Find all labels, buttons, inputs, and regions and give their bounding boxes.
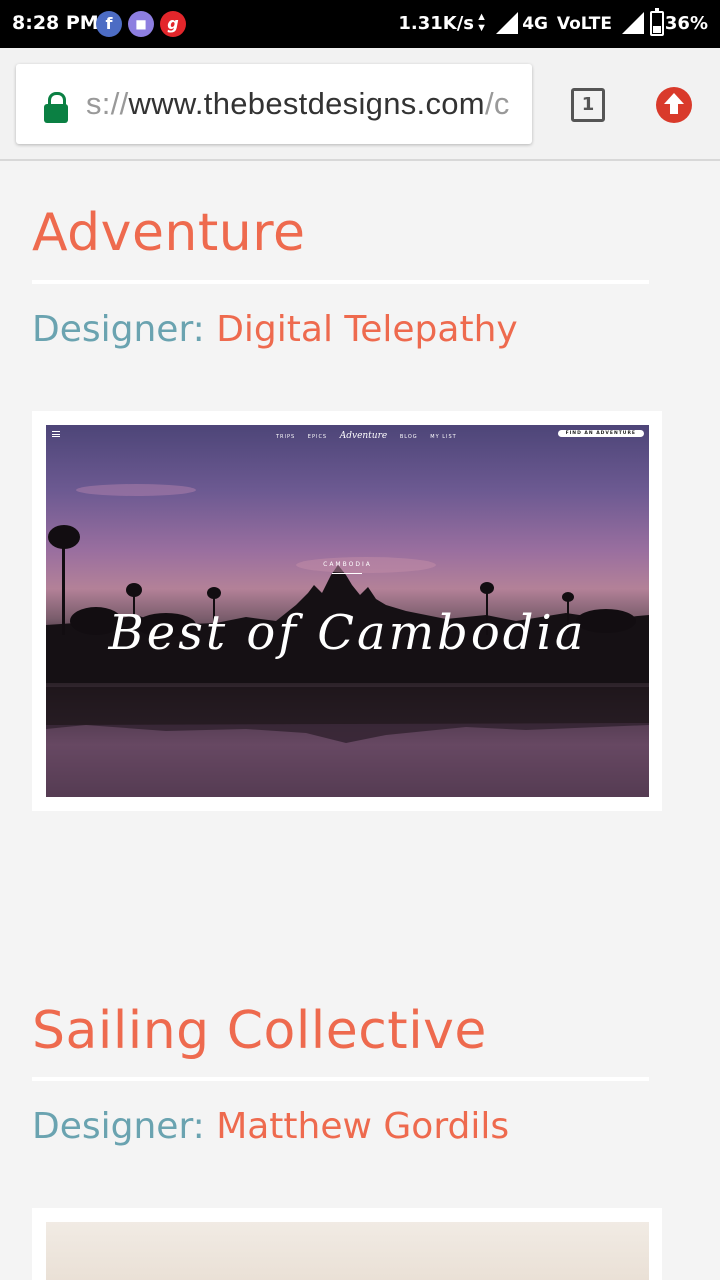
preview-nav-epics: EPICS [307, 434, 328, 440]
data-arrows-icon: ▲ ▼ [476, 11, 487, 34]
designer-credit: Designer: Digital Telepathy [32, 309, 518, 350]
signal-icon [496, 12, 518, 34]
battery-icon [650, 8, 664, 36]
url-text[interactable]: s://www.thebestdesigns.com/c [86, 86, 516, 122]
signal-icon [622, 12, 644, 34]
messenger-icon: ■ [128, 11, 154, 37]
url-host: www.thebestdesigns.com [128, 86, 485, 121]
card-title[interactable]: Adventure [32, 203, 305, 263]
status-bar: 8:28 PM f ■ g 1.31K/s ▲ ▼ 4G VoLTE 36% [0, 0, 720, 48]
battery-percent: 36% [664, 13, 708, 34]
preview-cta-button: FIND AN ADVENTURE [557, 430, 644, 437]
volte-label: VoLTE [556, 14, 612, 34]
design-screenshot-card[interactable]: TRIPS EPICS Adventure BLOG MY LIST FIND … [32, 411, 662, 811]
preview-headline: Best of Cambodia [108, 605, 587, 661]
facebook-icon: f [96, 11, 122, 37]
designer-link[interactable]: Matthew Gordils [216, 1106, 509, 1147]
url-scheme: s:// [86, 86, 129, 121]
design-preview-image[interactable]: TRIPS EPICS Adventure BLOG MY LIST FIND … [46, 425, 649, 797]
address-bar[interactable]: s://www.thebestdesigns.com/c [16, 64, 532, 144]
divider [32, 1077, 649, 1081]
design-screenshot-card[interactable] [32, 1208, 662, 1280]
designer-link[interactable]: Digital Telepathy [216, 309, 518, 350]
status-time: 8:28 PM [12, 12, 99, 34]
divider [32, 280, 649, 284]
card-title[interactable]: Sailing Collective [32, 1001, 487, 1061]
preview-logo: Adventure [339, 431, 388, 441]
designer-credit: Designer: Matthew Gordils [32, 1106, 509, 1147]
preview-nav-blog: BLOG [399, 434, 418, 440]
preview-country: CAMBODIA [323, 561, 372, 568]
menu-icon [52, 431, 60, 437]
network-type: 4G [522, 14, 548, 34]
gaana-icon: g [160, 11, 186, 37]
preview-nav-mylist: MY LIST [430, 434, 457, 440]
url-path: /c [484, 86, 510, 121]
divider [332, 573, 362, 574]
update-icon[interactable] [656, 87, 692, 123]
lock-icon [44, 92, 68, 123]
design-preview-image[interactable] [46, 1222, 649, 1280]
preview-nav-trips: TRIPS [276, 434, 296, 440]
preview-nav: TRIPS EPICS Adventure BLOG MY LIST FIND … [46, 429, 649, 443]
designer-label: Designer: [32, 1106, 217, 1147]
designer-label: Designer: [32, 309, 217, 350]
tab-switcher-button[interactable]: 1 [571, 88, 605, 122]
network-speed: 1.31K/s [398, 13, 474, 34]
browser-toolbar: s://www.thebestdesigns.com/c 1 [0, 48, 720, 161]
